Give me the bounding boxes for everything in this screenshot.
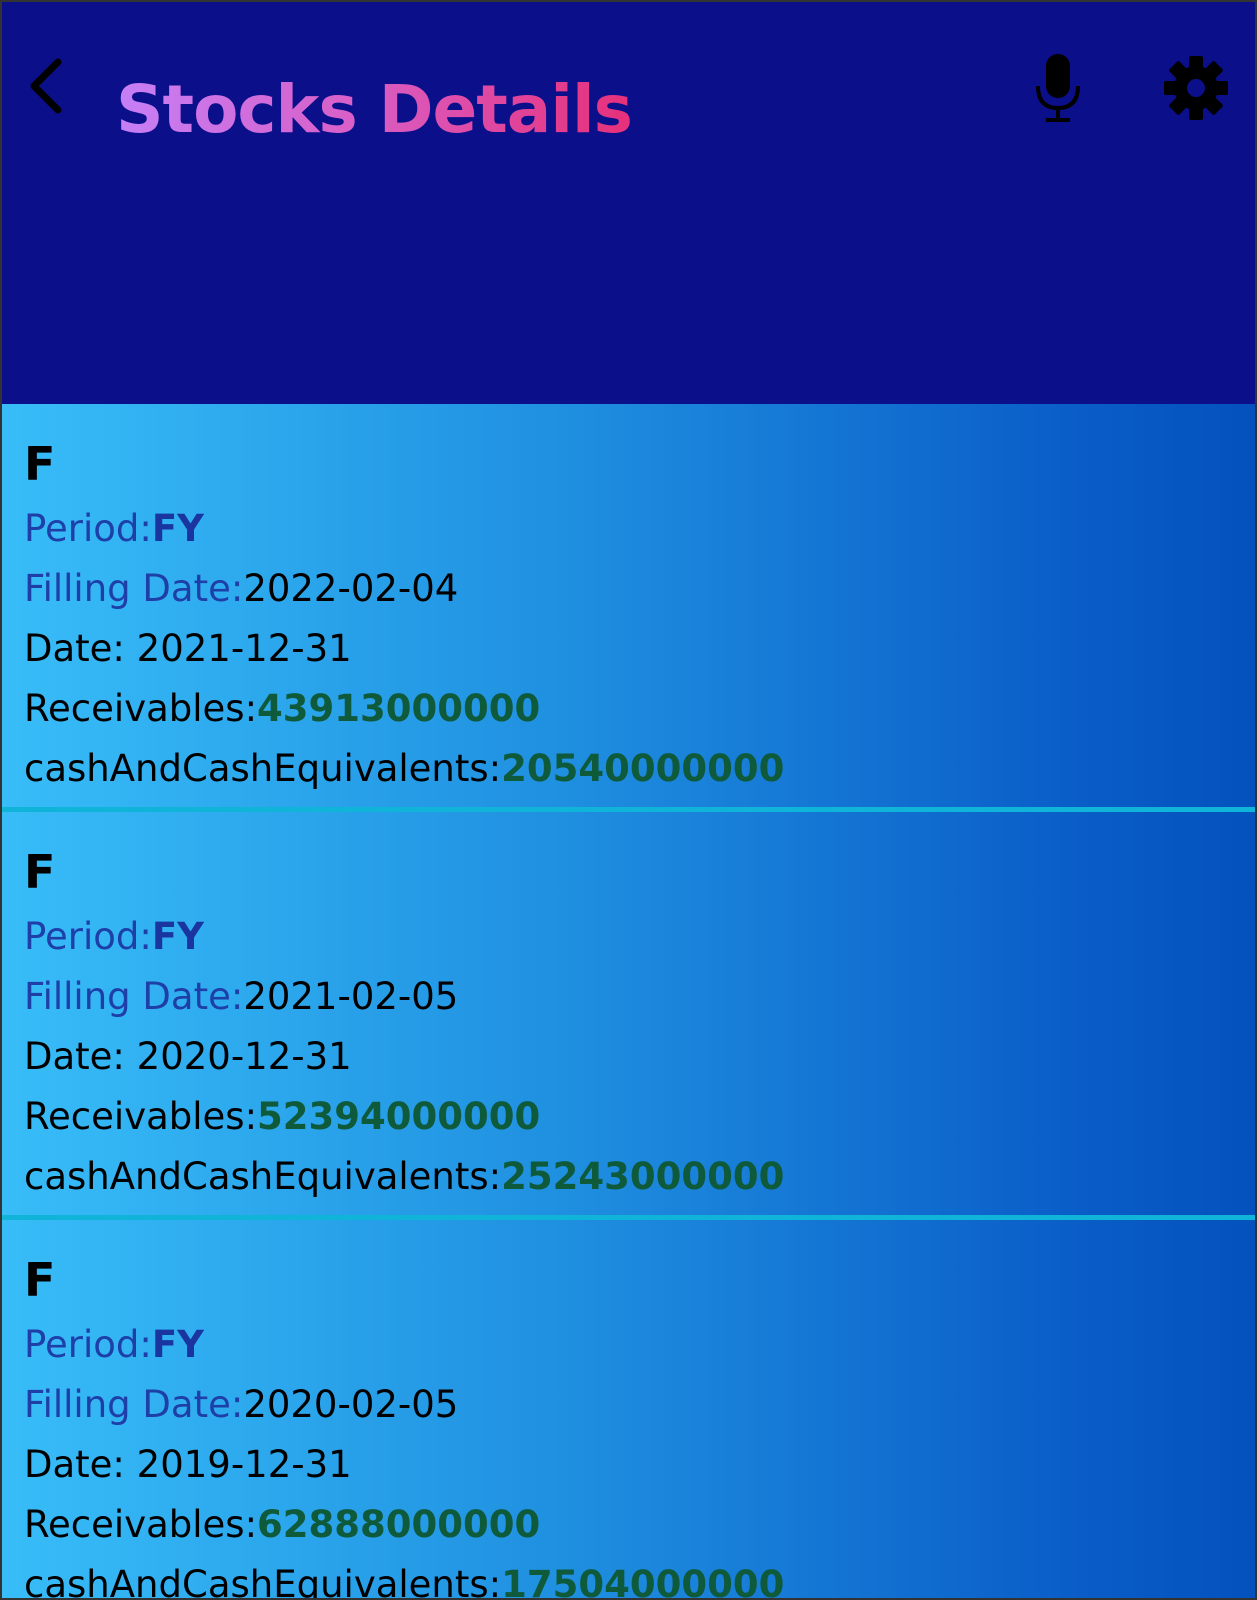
receivables-label: Receivables: — [24, 1095, 258, 1138]
period-value: FY — [151, 1323, 204, 1366]
cash-row: cashAndCashEquivalents:25243000000 — [24, 1152, 784, 1202]
cash-label: cashAndCashEquivalents: — [24, 1155, 502, 1198]
date-value: 2019-12-31 — [136, 1443, 352, 1486]
back-button[interactable] — [20, 54, 80, 118]
filling-date-row: Filling Date:2021-02-05 — [24, 972, 458, 1022]
financials-list[interactable]: F Period:FY Filling Date:2022-02-04 Date… — [2, 404, 1255, 1598]
ticker-symbol: F — [24, 437, 56, 491]
receivables-value: 52394000000 — [257, 1095, 541, 1138]
cash-label: cashAndCashEquivalents: — [24, 1563, 502, 1598]
date-row: Date: 2021-12-31 — [24, 624, 352, 674]
receivables-label: Receivables: — [24, 1503, 258, 1546]
ticker-symbol: F — [24, 1253, 56, 1307]
receivables-row: Receivables:62888000000 — [24, 1500, 540, 1550]
period-row: Period:FY — [24, 1320, 204, 1370]
app-window: Stocks Details F Period:FY Filling Date:… — [0, 0, 1257, 1600]
cash-label: cashAndCashEquivalents: — [24, 747, 502, 790]
receivables-row: Receivables:43913000000 — [24, 684, 540, 734]
cash-value: 25243000000 — [501, 1155, 785, 1198]
cash-row: cashAndCashEquivalents:17504000000 — [24, 1560, 784, 1598]
cash-row: cashAndCashEquivalents:20540000000 — [24, 744, 784, 794]
date-value: 2020-12-31 — [136, 1035, 352, 1078]
receivables-label: Receivables: — [24, 687, 258, 730]
period-label: Period: — [24, 915, 152, 958]
date-label: Date: — [24, 1035, 137, 1078]
microphone-icon — [1036, 54, 1080, 122]
settings-button[interactable] — [1162, 54, 1230, 122]
microphone-button[interactable] — [1032, 52, 1084, 124]
filling-date-label: Filling Date: — [24, 1383, 244, 1426]
list-item[interactable]: F Period:FY Filling Date:2020-02-05 Date… — [2, 1220, 1255, 1598]
cash-value: 20540000000 — [501, 747, 785, 790]
receivables-row: Receivables:52394000000 — [24, 1092, 540, 1142]
cash-value: 17504000000 — [501, 1563, 785, 1598]
date-row: Date: 2019-12-31 — [24, 1440, 352, 1490]
list-item[interactable]: F Period:FY Filling Date:2021-02-05 Date… — [2, 812, 1255, 1220]
receivables-value: 62888000000 — [257, 1503, 541, 1546]
period-value: FY — [151, 507, 204, 550]
page-title: Stocks Details — [116, 60, 633, 160]
ticker-symbol: F — [24, 845, 56, 899]
period-value: FY — [151, 915, 204, 958]
filling-date-row: Filling Date:2020-02-05 — [24, 1380, 458, 1430]
list-item[interactable]: F Period:FY Filling Date:2022-02-04 Date… — [2, 404, 1255, 812]
filling-date-label: Filling Date: — [24, 975, 244, 1018]
receivables-value: 43913000000 — [257, 687, 541, 730]
date-value: 2021-12-31 — [136, 627, 352, 670]
filling-date-row: Filling Date:2022-02-04 — [24, 564, 458, 614]
gear-icon — [1164, 56, 1228, 120]
filling-date-value: 2022-02-04 — [243, 567, 459, 610]
period-row: Period:FY — [24, 912, 204, 962]
header: Stocks Details — [2, 2, 1255, 404]
period-row: Period:FY — [24, 504, 204, 554]
filling-date-value: 2021-02-05 — [243, 975, 459, 1018]
filling-date-value: 2020-02-05 — [243, 1383, 459, 1426]
date-row: Date: 2020-12-31 — [24, 1032, 352, 1082]
period-label: Period: — [24, 1323, 152, 1366]
filling-date-label: Filling Date: — [24, 567, 244, 610]
date-label: Date: — [24, 1443, 137, 1486]
date-label: Date: — [24, 627, 137, 670]
period-label: Period: — [24, 507, 152, 550]
chevron-left-icon — [30, 58, 62, 114]
